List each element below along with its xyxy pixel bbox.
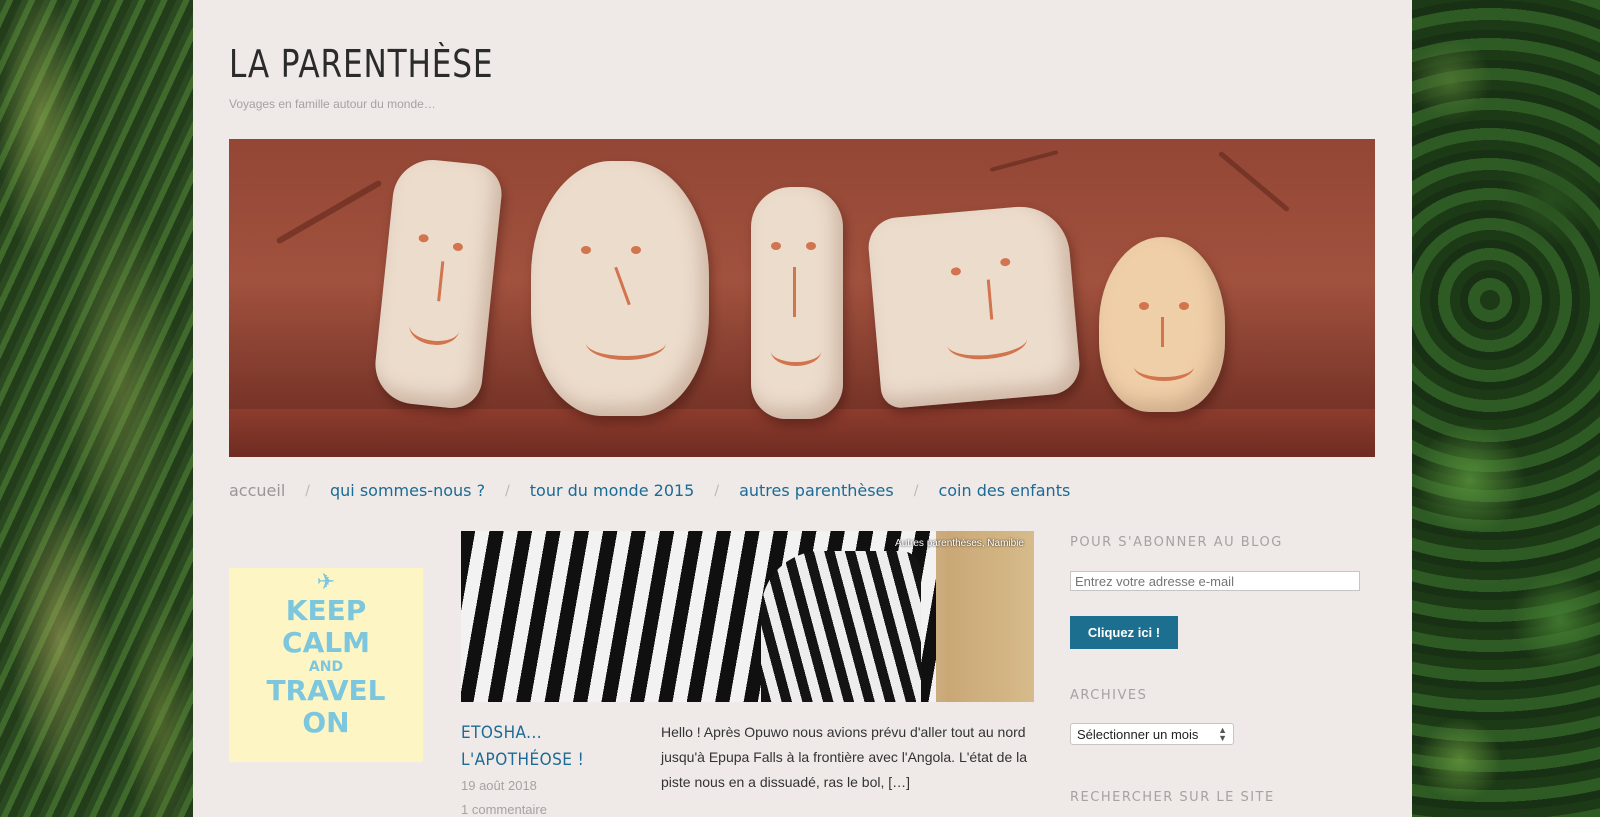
keep-calm-travel-poster[interactable]: ✈ KEEP CALM AND TRAVEL ON bbox=[229, 568, 423, 762]
poster-line: ON bbox=[302, 706, 350, 739]
post-title[interactable]: ETOSHA... L'APOTHÉOSE ! bbox=[461, 720, 596, 774]
nav-item-autres-parentheses[interactable]: autres parenthèses bbox=[739, 481, 894, 500]
post-title-line[interactable]: L'APOTHÉOSE ! bbox=[461, 747, 596, 774]
archives-month-select[interactable]: Sélectionner un mois ▲ ▼ bbox=[1070, 723, 1234, 745]
jungle-background-left bbox=[0, 0, 195, 817]
stone-face-5 bbox=[1099, 237, 1225, 412]
post-comments-link[interactable]: 1 commentaire bbox=[461, 802, 547, 817]
nav-separator: / bbox=[505, 482, 510, 499]
stone-face-3 bbox=[751, 187, 843, 419]
header-banner-image bbox=[229, 139, 1375, 457]
poster-line: TRAVEL bbox=[266, 674, 386, 707]
nav-item-accueil[interactable]: accueil bbox=[229, 481, 285, 500]
select-arrows-icon: ▲ ▼ bbox=[1218, 725, 1227, 743]
subscribe-button[interactable]: Cliquez ici ! bbox=[1070, 616, 1178, 649]
nav-item-tour-du-monde[interactable]: tour du monde 2015 bbox=[530, 481, 695, 500]
post-date: 19 août 2018 bbox=[461, 778, 537, 793]
nav-separator: / bbox=[305, 482, 310, 499]
post-title-line[interactable]: ETOSHA... bbox=[461, 720, 596, 747]
archives-widget-title: ARCHIVES bbox=[1070, 688, 1148, 703]
airplane-icon: ✈ bbox=[316, 570, 336, 595]
main-navigation: accueil / qui sommes-nous ? / tour du mo… bbox=[229, 481, 1070, 500]
stone-face-4 bbox=[866, 202, 1082, 410]
archives-select-value: Sélectionner un mois bbox=[1077, 726, 1199, 742]
nav-item-coin-des-enfants[interactable]: coin des enfants bbox=[938, 481, 1070, 500]
post-excerpt: Hello ! Après Opuwo nous avions prévu d'… bbox=[661, 724, 1028, 790]
search-widget-title: RECHERCHER SUR LE SITE bbox=[1070, 790, 1275, 805]
poster-line: AND bbox=[308, 659, 344, 675]
jungle-background-right bbox=[1410, 0, 1600, 817]
stone-face-1 bbox=[371, 156, 505, 411]
nav-separator: / bbox=[913, 482, 919, 499]
poster-line: KEEP bbox=[285, 594, 367, 627]
page-container: LA PARENTHÈSE Voyages en famille autour … bbox=[193, 0, 1412, 817]
site-title[interactable]: LA PARENTHÈSE bbox=[229, 42, 493, 86]
nav-item-qui-sommes-nous[interactable]: qui sommes-nous ? bbox=[330, 481, 485, 500]
nav-separator: / bbox=[714, 482, 720, 499]
subscribe-widget-title: POUR S'ABONNER AU BLOG bbox=[1070, 535, 1283, 550]
zebra-head-image bbox=[761, 551, 921, 702]
post-categories[interactable]: Autres parenthèses, Namibie bbox=[895, 538, 1024, 549]
stone-face-2 bbox=[531, 161, 709, 416]
email-field[interactable] bbox=[1070, 571, 1360, 591]
poster-line: CALM bbox=[282, 626, 370, 659]
post-featured-image[interactable]: Autres parenthèses, Namibie bbox=[461, 531, 1034, 702]
site-tagline: Voyages en famille autour du monde… bbox=[229, 97, 436, 111]
